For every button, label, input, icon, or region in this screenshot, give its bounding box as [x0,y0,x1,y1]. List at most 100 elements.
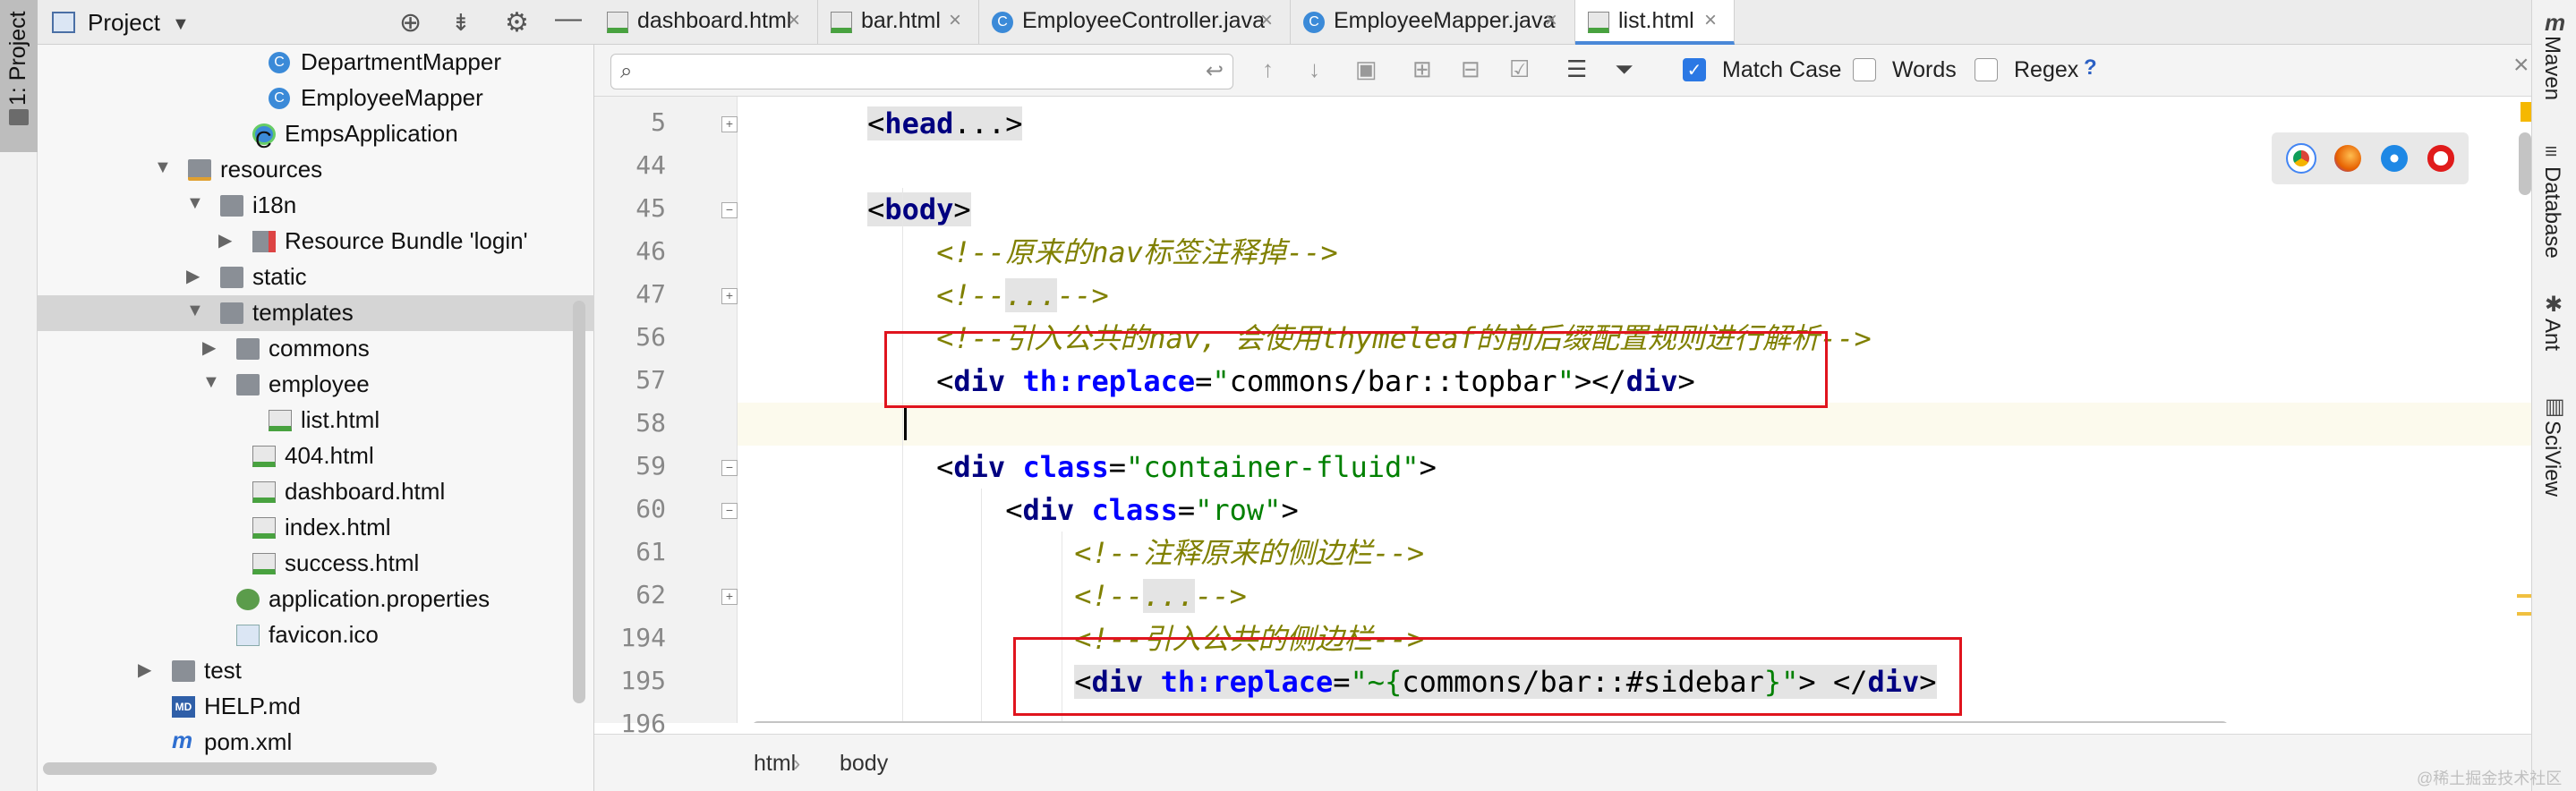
chevron-right-icon[interactable]: ▶ [202,336,216,359]
code-line[interactable]: <!--...--> [738,274,2531,317]
breadcrumb-html[interactable]: html [754,751,796,777]
tab-bar-html[interactable]: bar.html × [818,0,979,45]
fold-marker-icon[interactable]: + [721,589,738,605]
tab-dashboard-html[interactable]: dashboard.html × [594,0,818,45]
gear-icon[interactable]: ⚙ [505,7,529,38]
search-field[interactable]: ⌕ ↩ [610,54,1233,89]
code-editor[interactable]: <head...> <body> <!--原来的nav标签注释掉--> <!--… [738,97,2531,723]
tool-tab-sciview[interactable]: SciView [2539,421,2564,497]
inspection-status-icon[interactable] [2521,102,2531,122]
maven-icon[interactable]: m [2545,9,2565,37]
sciview-icon[interactable]: ▥ [2545,394,2565,420]
tree-item[interactable]: MD HELP.md [38,689,594,725]
chevron-down-icon[interactable]: ▼ [186,193,204,214]
chrome-icon[interactable] [2286,143,2316,174]
code-line[interactable]: <!--原来的nav标签注释掉--> [738,231,2531,274]
tree-item[interactable]: ▼ employee [38,367,594,403]
tool-tab-maven[interactable]: Maven [2539,36,2564,100]
editor-vertical-scrollbar[interactable] [2519,132,2531,195]
warning-stripe[interactable] [2517,612,2531,616]
tree-item[interactable]: C DepartmentMapper [38,45,594,81]
chevron-down-icon[interactable]: ▼ [154,157,172,178]
tree-item[interactable]: dashboard.html [38,474,594,510]
close-icon[interactable]: × [1704,8,1717,33]
safari-icon[interactable] [2381,145,2408,172]
tab-employeecontroller-java[interactable]: C EmployeeController.java × [979,0,1291,45]
code-line[interactable]: <!--...--> [738,574,2531,617]
fold-marker-icon[interactable]: + [721,116,738,132]
breadcrumb-body[interactable]: body [840,751,888,777]
code-line[interactable]: <head...> [738,102,2531,145]
remove-occurrence-icon[interactable]: ⊟ [1461,55,1480,83]
code-line[interactable]: <body> [738,188,2531,231]
tree-vertical-scrollbar[interactable] [573,301,585,703]
collapse-all-icon[interactable]: ⇟ [451,9,471,37]
chevron-right-icon[interactable]: ▶ [218,229,232,251]
regex-label[interactable]: Regex [2014,57,2078,83]
filter-icon[interactable]: ⏷ [1615,55,1633,84]
tree-item[interactable]: 404.html [38,438,594,474]
warning-stripe[interactable] [2517,594,2531,598]
tree-item[interactable]: ▼ templates [38,295,594,331]
match-case-label[interactable]: Match Case [1722,57,1841,83]
tree-item[interactable]: ▶ commons [38,331,594,367]
locate-icon[interactable]: ⊕ [399,7,422,38]
code-line[interactable]: <!--注释原来的侧边栏--> [738,532,2531,574]
tree-item[interactable]: application.properties [38,582,594,617]
chevron-right-icon[interactable]: ▶ [138,659,151,681]
opera-icon[interactable] [2427,145,2454,172]
words-label[interactable]: Words [1892,57,1957,83]
select-all-icon[interactable]: ▣ [1355,55,1378,83]
regex-checkbox[interactable] [1975,58,1998,81]
previous-occurrence-icon[interactable]: ↑ [1262,55,1274,83]
fold-marker-icon[interactable]: + [721,288,738,304]
code-line[interactable]: <div class="container-fluid"> [738,446,2531,489]
code-line[interactable] [738,145,2531,188]
tree-horizontal-scrollbar[interactable] [43,762,437,775]
tree-item[interactable]: ▼ i18n [38,188,594,224]
close-icon[interactable]: × [788,8,800,33]
tab-employeemapper-java[interactable]: C EmployeeMapper.java × [1291,0,1575,45]
tree-item[interactable]: m pom.xml [38,725,594,761]
tree-item[interactable]: ▶ test [38,653,594,689]
search-icon[interactable]: ⌕ [620,59,632,84]
tree-item[interactable]: favicon.ico [38,617,594,653]
ant-icon[interactable]: ✱ [2545,292,2563,318]
words-checkbox[interactable] [1853,58,1876,81]
code-line[interactable] [738,403,2531,446]
database-icon[interactable]: ≡ [2545,140,2557,165]
tree-item[interactable]: C EmployeeMapper [38,81,594,116]
next-occurrence-icon[interactable]: ↓ [1309,55,1320,83]
close-icon[interactable]: × [949,8,961,33]
tree-item[interactable]: C EmpsApplication [38,116,594,153]
filter-lines-icon[interactable]: ☰ [1566,55,1587,83]
tree-item[interactable]: list.html [38,403,594,438]
chevron-down-icon[interactable]: ▼ [202,372,220,393]
editor-horizontal-scrollbar[interactable] [752,721,2229,723]
chevron-right-icon[interactable]: ▶ [186,265,200,287]
project-tool-tab[interactable]: 1: Project [0,0,38,152]
match-case-checkbox[interactable]: ✓ [1683,58,1706,81]
tree-item[interactable]: ▶ Resource Bundle 'login' [38,224,594,259]
regex-help-link[interactable]: ? [2084,55,2097,81]
chevron-down-icon[interactable]: ▼ [172,14,190,35]
tree-item[interactable]: index.html [38,510,594,546]
code-line[interactable]: <div class="row"> [738,489,2531,532]
fold-marker-icon[interactable]: − [721,503,738,519]
history-icon[interactable]: ↩ [1206,58,1224,84]
add-occurrence-icon[interactable]: ⊞ [1412,55,1432,83]
firefox-icon[interactable] [2334,145,2361,172]
tool-tab-database[interactable]: Database [2539,166,2564,259]
select-all-occurrences-icon[interactable]: ☑ [1509,55,1530,83]
tab-list-html[interactable]: list.html × [1575,0,1735,45]
tree-item[interactable]: ▶ static [38,259,594,295]
tool-tab-ant[interactable]: Ant [2539,319,2564,351]
tree-item[interactable]: ▼ resources [38,152,594,188]
close-icon[interactable]: × [2513,50,2529,81]
close-icon[interactable]: × [1545,8,1557,33]
close-icon[interactable]: × [1260,8,1273,33]
fold-marker-icon[interactable]: − [721,460,738,476]
project-panel-title[interactable]: Project [88,9,160,37]
minimize-icon[interactable]: — [555,4,582,34]
tree-item[interactable]: success.html [38,546,594,582]
